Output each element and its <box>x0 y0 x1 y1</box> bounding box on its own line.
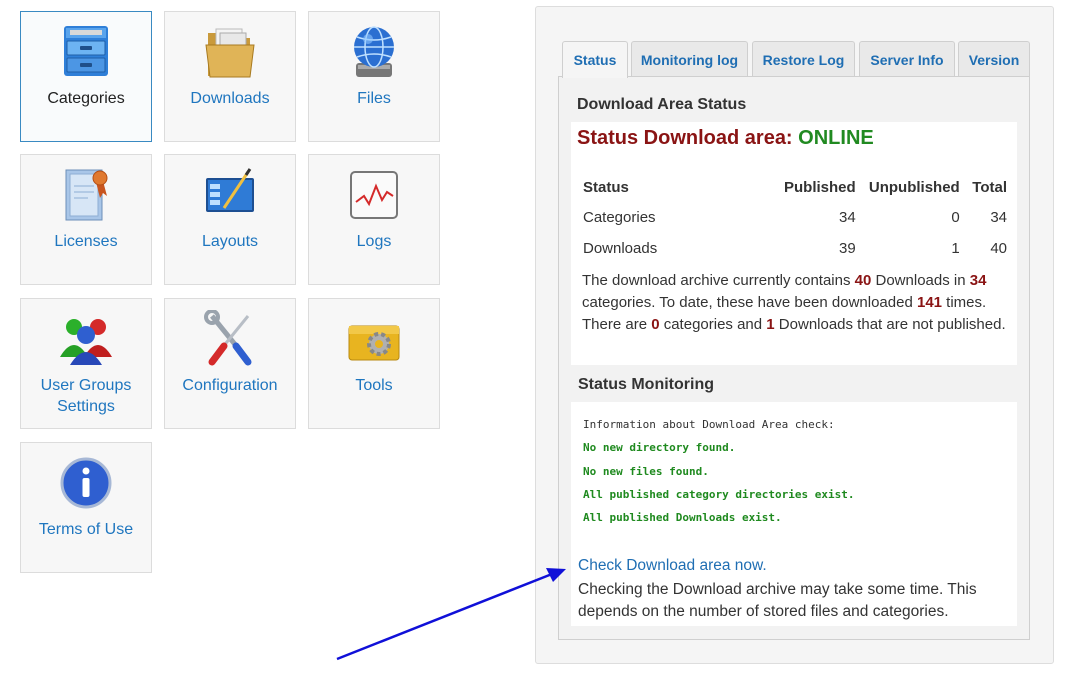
tab-status[interactable]: Status <box>562 41 628 78</box>
annotation-arrow-icon <box>336 568 566 661</box>
